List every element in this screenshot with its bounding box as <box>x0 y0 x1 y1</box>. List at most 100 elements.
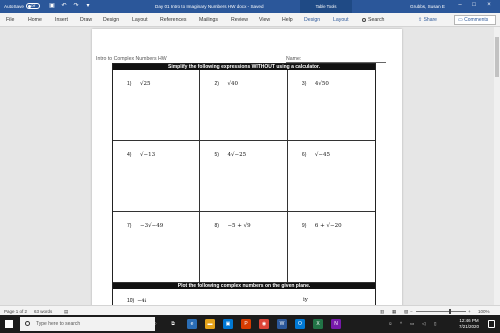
problem-number: 8) <box>214 223 219 229</box>
web-layout-icon[interactable]: ▧ <box>404 309 408 315</box>
tab-review[interactable]: Review <box>231 17 248 23</box>
search-label: Search <box>368 17 385 23</box>
autosave-toggle[interactable]: Off <box>25 3 40 9</box>
problem-expression: 4√50 <box>314 81 329 87</box>
problem-cell[interactable]: 9) 6 + √−20 <box>287 212 376 283</box>
problem-number: 10) <box>127 298 135 304</box>
problem-cell[interactable]: 7) −3√−49 <box>113 212 201 283</box>
store-icon[interactable]: ▣ <box>223 319 233 329</box>
problem-cell[interactable]: 1) √25 <box>113 70 201 141</box>
windows-start-icon[interactable] <box>5 320 13 328</box>
problem-cell[interactable]: 3) 4√50 <box>287 70 376 141</box>
worksheet-table[interactable]: Simplify the following expressions WITHO… <box>112 63 376 305</box>
read-mode-icon[interactable]: ▥ <box>380 309 384 315</box>
problem-expression: √25 <box>140 81 151 87</box>
close-icon[interactable]: × <box>484 2 494 8</box>
taskbar: Type here to search ○ ⧉ e ▬ ▣ P ◉ W O X … <box>0 315 500 333</box>
section-header-plot: Plot the following complex numbers on th… <box>113 283 375 289</box>
page-count[interactable]: Page 1 of 2 <box>4 309 27 314</box>
problem-cell[interactable]: 5) 4√−25 <box>200 141 288 212</box>
problem-number: 2) <box>214 81 219 87</box>
autosave-control[interactable]: AutoSave Off <box>4 3 40 9</box>
tab-table-layout[interactable]: Layout <box>333 17 349 23</box>
tab-draw[interactable]: Draw <box>80 17 92 23</box>
chrome-icon[interactable]: ◉ <box>259 319 269 329</box>
ribbon-search[interactable]: Search <box>362 17 384 23</box>
zoom-in-icon[interactable]: + <box>468 309 471 314</box>
tab-mailings[interactable]: Mailings <box>199 17 218 23</box>
task-view-icon[interactable]: ⧉ <box>168 319 178 329</box>
minimize-icon[interactable]: – <box>455 2 465 8</box>
save-icon[interactable]: ▣ <box>48 2 56 10</box>
maximize-icon[interactable]: □ <box>469 2 479 8</box>
volume-icon[interactable]: ◁ <box>422 321 425 327</box>
problem-cell[interactable]: 4) √−13 <box>113 141 201 212</box>
taskbar-search-placeholder: Type here to search <box>36 321 81 327</box>
print-layout-icon[interactable]: ▦ <box>392 309 396 315</box>
problem-expression: −3√−49 <box>140 223 164 229</box>
edge-icon[interactable]: e <box>187 319 197 329</box>
word-icon[interactable]: W <box>277 319 287 329</box>
problem-cell[interactable]: 6) √−45 <box>287 141 376 212</box>
document-title: Day 01 Intro to Imaginary Numbers HW doc… <box>155 3 264 9</box>
clock-date: 7/21/2020 <box>458 323 480 329</box>
zoom-slider[interactable] <box>416 310 466 312</box>
system-clock[interactable]: 12:46 PM 7/21/2020 <box>452 318 486 330</box>
file-explorer-icon[interactable]: ▬ <box>205 319 215 329</box>
table-tools-tab[interactable]: Table Tools <box>300 0 352 13</box>
tray-chevron-icon[interactable]: ^ <box>400 321 402 326</box>
title-bar: AutoSave Off ▣ ↶ ↷ ▾ Day 01 Intro to Ima… <box>0 0 500 13</box>
tab-file[interactable]: File <box>6 17 14 23</box>
people-icon[interactable]: ☺ <box>388 321 393 326</box>
tab-insert[interactable]: Insert <box>55 17 68 23</box>
vertical-scrollbar[interactable] <box>494 27 500 305</box>
problem-10: 10) −4i <box>127 298 146 304</box>
tab-home[interactable]: Home <box>28 17 42 23</box>
problem-expression: √40 <box>227 81 238 87</box>
problem-number: 9) <box>301 223 307 229</box>
outlook-icon[interactable]: O <box>295 319 305 329</box>
problem-cell[interactable]: 2) √40 <box>200 70 288 141</box>
search-icon <box>362 17 366 22</box>
imaginary-axis-label: iy <box>303 297 308 303</box>
plot-section[interactable]: 10) −4i iy <box>113 290 375 305</box>
tab-help[interactable]: Help <box>282 17 293 23</box>
problem-number: 1) <box>127 81 132 87</box>
taskbar-search-box[interactable]: Type here to search <box>20 317 155 331</box>
zoom-out-icon[interactable]: − <box>410 309 413 314</box>
proofing-icon[interactable]: ▤ <box>64 309 68 315</box>
share-button[interactable]: ⇪ Share <box>418 15 449 25</box>
battery-icon[interactable]: ▯ <box>434 321 436 327</box>
document-page[interactable]: Intro to Complex Numbers HW Name: Simpli… <box>92 29 402 305</box>
zoom-slider-thumb[interactable] <box>449 308 451 314</box>
scrollbar-thumb[interactable] <box>495 37 499 77</box>
comments-label: Comments <box>464 17 489 23</box>
tab-references[interactable]: References <box>160 17 187 23</box>
cortana-icon[interactable]: ○ <box>150 319 160 329</box>
document-canvas[interactable]: Intro to Complex Numbers HW Name: Simpli… <box>0 27 500 305</box>
problem-number: 7) <box>127 223 132 229</box>
excel-icon[interactable]: X <box>313 319 323 329</box>
word-count[interactable]: 63 words <box>34 309 52 314</box>
worksheet-title: Intro to Complex Numbers HW <box>96 56 167 62</box>
problem-cell[interactable]: 8) −5 + √9 <box>200 212 288 283</box>
zoom-level[interactable]: 100% <box>478 309 490 314</box>
notification-icon[interactable] <box>488 320 495 328</box>
tab-table-design[interactable]: Design <box>304 17 320 23</box>
network-icon[interactable]: ▭ <box>410 321 414 327</box>
user-name[interactable]: Grubbs, Susan E <box>410 4 445 9</box>
redo-icon[interactable]: ↷ <box>72 2 80 10</box>
tab-design[interactable]: Design <box>103 17 119 23</box>
powerpoint-icon[interactable]: P <box>241 319 251 329</box>
tab-view[interactable]: View <box>259 17 270 23</box>
problem-expression: √−45 <box>314 152 331 158</box>
undo-icon[interactable]: ↶ <box>60 2 68 10</box>
tab-layout[interactable]: Layout <box>132 17 148 23</box>
problem-number: 6) <box>301 152 307 158</box>
customize-toolbar-icon[interactable]: ▾ <box>84 2 92 10</box>
status-bar: Page 1 of 2 63 words ▤ ▥ ▦ ▧ − + 100% <box>0 305 500 315</box>
comments-button[interactable]: ▭ Comments <box>454 15 496 25</box>
onenote-icon[interactable]: N <box>331 319 341 329</box>
problem-expression: −5 + √9 <box>227 223 251 229</box>
problem-number: 3) <box>301 81 307 87</box>
